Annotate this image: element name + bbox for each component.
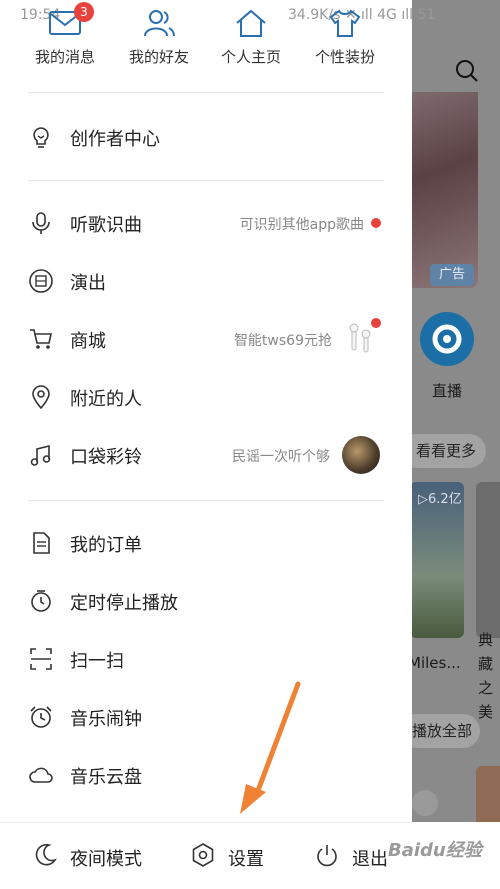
divider — [28, 92, 384, 93]
menu-label: 我的订单 — [70, 535, 142, 556]
night-mode-label: 夜间模式 — [70, 849, 142, 870]
settings-label: 设置 — [228, 849, 264, 870]
playlist-thumbnail-2[interactable] — [476, 482, 500, 638]
new-dot — [371, 218, 381, 228]
side-drawer: 19:54 34.9K/s ✕ ıll 4G ıll 51 3 我的消息 我的好… — [0, 0, 435, 889]
menu-label: 音乐云盘 — [70, 767, 142, 788]
gear-icon — [192, 843, 214, 867]
menu-label: 商城 — [70, 331, 106, 352]
moon-icon — [35, 843, 57, 866]
menu-item-song-recognition[interactable]: 听歌识曲 可识别其他app歌曲 — [0, 198, 412, 248]
menu-item-shows[interactable]: 演出 — [0, 256, 412, 306]
background-home-page: 广告 直播 看看更多 ▷6.2亿 Miles... 典藏之美 播放全部 — [412, 0, 500, 889]
menu-item-sleep-timer[interactable]: 定时停止播放 — [0, 576, 412, 626]
drawer-top-nav: 3 我的消息 我的好友 个人主页 个性装扮 — [0, 0, 412, 80]
playlist-title-2: 典藏之美 — [478, 631, 494, 721]
menu-label: 附近的人 — [70, 389, 142, 410]
playlist-thumbnail[interactable]: ▷6.2亿 — [412, 482, 464, 638]
playlist-title: Miles... — [412, 654, 461, 672]
menu-item-music-cloud[interactable]: 音乐云盘 — [0, 750, 412, 800]
ticket-icon — [29, 269, 53, 293]
my-messages-label: 我的消息 — [34, 48, 95, 66]
menu-hint: 可识别其他app歌曲 — [239, 217, 364, 233]
divider — [28, 180, 384, 181]
menu-item-music-alarm[interactable]: 音乐闹钟 — [0, 692, 412, 742]
menu-item-creator-center[interactable]: 创作者中心 — [0, 112, 412, 162]
night-mode-button[interactable]: 夜间模式 — [32, 842, 162, 870]
profile-button[interactable]: 个人主页 — [206, 8, 296, 67]
power-icon — [317, 845, 337, 867]
menu-label: 演出 — [70, 273, 106, 294]
scan-icon — [30, 648, 52, 670]
my-friends-button[interactable]: 我的好友 — [114, 8, 204, 67]
lightbulb-icon — [33, 127, 49, 148]
watermark-logo: Baidu经验 — [388, 840, 482, 861]
timer-icon — [31, 590, 51, 612]
menu-label: 听歌识曲 — [70, 215, 142, 236]
theme-label: 个性装扮 — [314, 48, 375, 66]
earbuds-icon — [349, 323, 371, 353]
theme-button[interactable]: 个性装扮 — [300, 8, 390, 67]
ringtone-cover-image — [342, 436, 380, 474]
microphone-icon — [32, 212, 50, 234]
menu-label: 口袋彩铃 — [70, 447, 142, 468]
cloud-icon — [29, 767, 53, 783]
my-messages-button[interactable]: 3 我的消息 — [20, 2, 110, 67]
menu-item-mall[interactable]: 商城 智能tws69元抢 — [0, 314, 412, 364]
live-label: 直播 — [432, 382, 463, 400]
tshirt-icon — [329, 9, 361, 37]
play-all-button[interactable]: 播放全部 — [412, 714, 480, 748]
menu-item-nearby[interactable]: 附近的人 — [0, 372, 412, 422]
menu-label: 定时停止播放 — [70, 593, 178, 614]
search-icon[interactable] — [454, 58, 480, 84]
settings-button[interactable]: 设置 — [190, 842, 280, 870]
menu-item-ringtone[interactable]: 口袋彩铃 民谣一次听个够 — [0, 430, 412, 480]
see-more-button[interactable]: 看看更多 — [412, 434, 486, 468]
my-friends-label: 我的好友 — [128, 48, 189, 66]
play-icon[interactable] — [412, 790, 438, 816]
menu-hint: 民谣一次听个够 — [232, 449, 330, 465]
menu-item-my-orders[interactable]: 我的订单 — [0, 518, 412, 568]
friends-icon — [144, 10, 175, 37]
divider — [0, 822, 412, 823]
logout-label: 退出 — [352, 849, 388, 870]
new-dot — [371, 318, 381, 328]
location-pin-icon — [32, 385, 50, 410]
menu-label: 创作者中心 — [70, 129, 160, 150]
live-icon[interactable] — [420, 312, 474, 366]
message-count-badge: 3 — [74, 2, 94, 22]
document-icon — [33, 532, 50, 554]
menu-item-scan[interactable]: 扫一扫 — [0, 634, 412, 684]
profile-label: 个人主页 — [220, 48, 281, 66]
home-icon — [236, 9, 266, 37]
menu-label: 扫一扫 — [70, 651, 124, 672]
menu-label: 音乐闹钟 — [70, 709, 142, 730]
menu-hint: 智能tws69元抢 — [233, 333, 332, 349]
cart-icon — [30, 329, 52, 349]
divider — [28, 500, 384, 501]
banner-image — [412, 92, 478, 288]
alarm-clock-icon — [30, 706, 52, 728]
music-note-icon — [30, 444, 51, 466]
play-count: ▷6.2亿 — [418, 492, 462, 507]
ad-badge: 广告 — [430, 264, 474, 286]
